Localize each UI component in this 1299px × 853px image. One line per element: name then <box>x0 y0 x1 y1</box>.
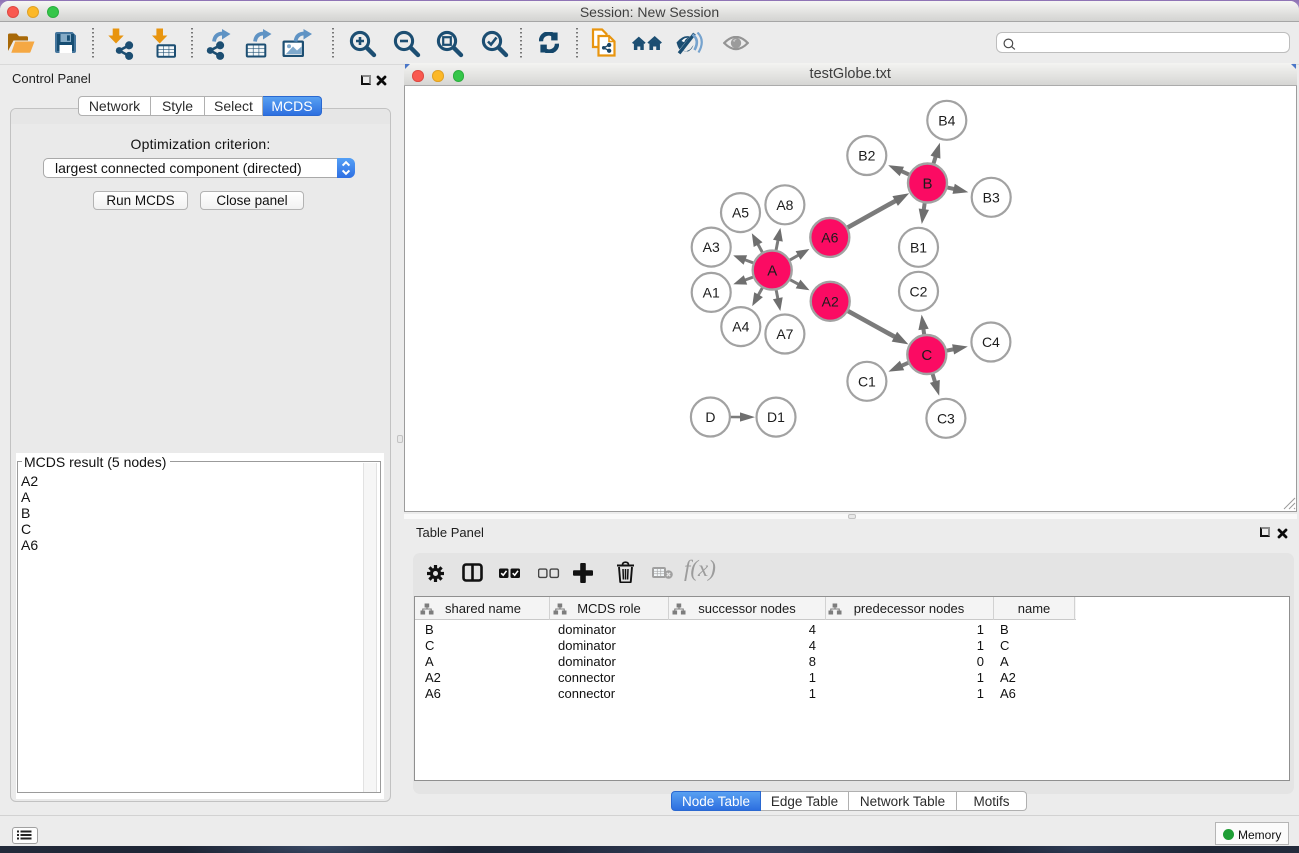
svg-text:C: C <box>921 347 932 364</box>
svg-text:B1: B1 <box>910 239 927 255</box>
svg-text:A2: A2 <box>822 293 839 309</box>
svg-text:D: D <box>705 409 715 425</box>
svg-text:A3: A3 <box>703 239 720 255</box>
svg-text:A1: A1 <box>703 284 720 300</box>
svg-text:A6: A6 <box>821 229 838 245</box>
svg-text:C4: C4 <box>982 334 1000 350</box>
svg-text:A5: A5 <box>732 205 749 221</box>
svg-text:B3: B3 <box>983 189 1000 205</box>
svg-text:A8: A8 <box>776 197 793 213</box>
svg-text:C2: C2 <box>910 283 928 299</box>
svg-text:A7: A7 <box>776 326 793 342</box>
svg-text:C1: C1 <box>858 373 876 389</box>
svg-text:A4: A4 <box>732 319 749 335</box>
svg-text:B: B <box>922 175 932 192</box>
svg-text:B2: B2 <box>858 148 875 164</box>
svg-text:D1: D1 <box>767 409 785 425</box>
svg-text:C3: C3 <box>937 410 955 426</box>
svg-text:A: A <box>767 263 777 280</box>
svg-text:B4: B4 <box>938 112 955 128</box>
